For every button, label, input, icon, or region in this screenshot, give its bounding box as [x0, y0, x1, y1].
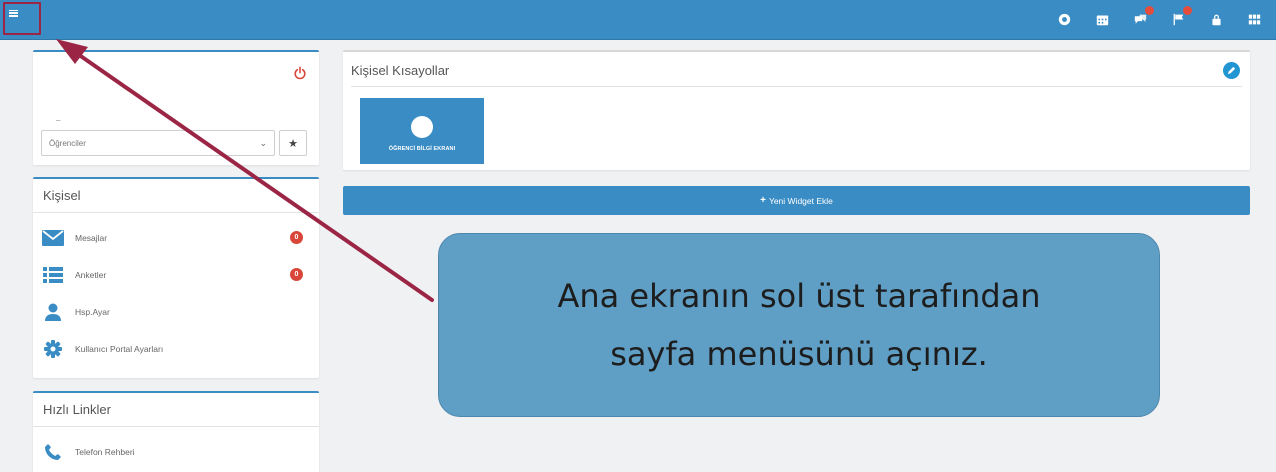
gear-icon: [41, 337, 65, 361]
personal-panel: Kişisel Mesajlar 0 Anketler 0 Hsp.Ayar K…: [33, 177, 319, 378]
power-icon[interactable]: [293, 66, 307, 80]
role-select[interactable]: Öğrenciler ⌄: [41, 130, 275, 156]
role-select-row: Öğrenciler ⌄ ★: [41, 130, 307, 156]
shortcuts-panel: Kişisel Kısayollar ÖĞRENCİ BİLGİ EKRANI: [343, 50, 1250, 170]
menu-highlight-annotation: [3, 2, 41, 35]
tile-label: ÖĞRENCİ BİLGİ EKRANI: [388, 146, 456, 152]
personal-item-account-settings[interactable]: Hsp.Ayar: [33, 293, 319, 330]
personal-panel-title: Kişisel: [33, 179, 319, 213]
plus-icon: +: [760, 195, 766, 206]
instruction-callout: Ana ekranın sol üst tarafından sayfa men…: [438, 233, 1160, 417]
edit-pencil-icon[interactable]: [1223, 62, 1240, 79]
quick-links-panel: Hızlı Linkler Telefon Rehberi: [33, 391, 319, 472]
globe-icon[interactable]: [1056, 11, 1072, 27]
flag-icon[interactable]: [1170, 6, 1192, 27]
quick-links-list: Telefon Rehberi: [33, 427, 319, 470]
star-icon: ★: [288, 137, 298, 150]
personal-item-label: Mesajlar: [75, 232, 108, 243]
quick-links-title: Hızlı Linkler: [33, 393, 319, 427]
chat-badge: [1145, 6, 1154, 15]
lock-icon[interactable]: [1208, 11, 1224, 27]
user-icon: [41, 300, 65, 324]
student-info-shortcut-tile[interactable]: ÖĞRENCİ BİLGİ EKRANI: [360, 98, 484, 164]
chevron-down-icon: ⌄: [259, 137, 267, 148]
personal-item-label: Kullanıcı Portal Ayarları: [75, 343, 164, 354]
add-widget-button[interactable]: + Yeni Widget Ekle: [343, 186, 1250, 215]
messages-count-badge: 0: [290, 231, 303, 244]
phone-icon: [41, 440, 65, 464]
envelope-icon: [41, 226, 65, 250]
grid-icon[interactable]: [1246, 11, 1262, 27]
add-widget-label: Yeni Widget Ekle: [768, 195, 833, 206]
top-navbar: [0, 0, 1276, 40]
quick-link-phone-directory[interactable]: Telefon Rehberi: [33, 433, 319, 470]
tile-circle-icon: [411, 116, 433, 138]
shortcuts-title: Kişisel Kısayollar: [351, 52, 1242, 87]
personal-item-surveys[interactable]: Anketler 0: [33, 256, 319, 293]
surveys-count-badge: 0: [290, 268, 303, 281]
personal-item-portal-settings[interactable]: Kullanıcı Portal Ayarları: [33, 330, 319, 367]
personal-menu-list: Mesajlar 0 Anketler 0 Hsp.Ayar Kullanıcı…: [33, 213, 319, 367]
flag-badge: [1183, 6, 1192, 15]
favorite-star-button[interactable]: ★: [279, 130, 307, 156]
profile-dash: _: [56, 112, 61, 121]
top-icon-group: [1056, 6, 1262, 29]
profile-panel: Öğrenciler ⌄ ★: [33, 50, 319, 165]
personal-item-messages[interactable]: Mesajlar 0: [33, 219, 319, 256]
chat-icon[interactable]: [1132, 6, 1154, 27]
list-icon: [41, 263, 65, 287]
role-select-value: Öğrenciler: [49, 138, 86, 148]
quick-link-label: Telefon Rehberi: [75, 446, 135, 457]
personal-item-label: Anketler: [75, 269, 107, 280]
callout-line-1: Ana ekranın sol üst tarafından: [557, 277, 1041, 315]
calendar-icon[interactable]: [1094, 11, 1110, 27]
personal-item-label: Hsp.Ayar: [75, 306, 110, 317]
callout-line-2: sayfa menüsünü açınız.: [610, 335, 988, 373]
